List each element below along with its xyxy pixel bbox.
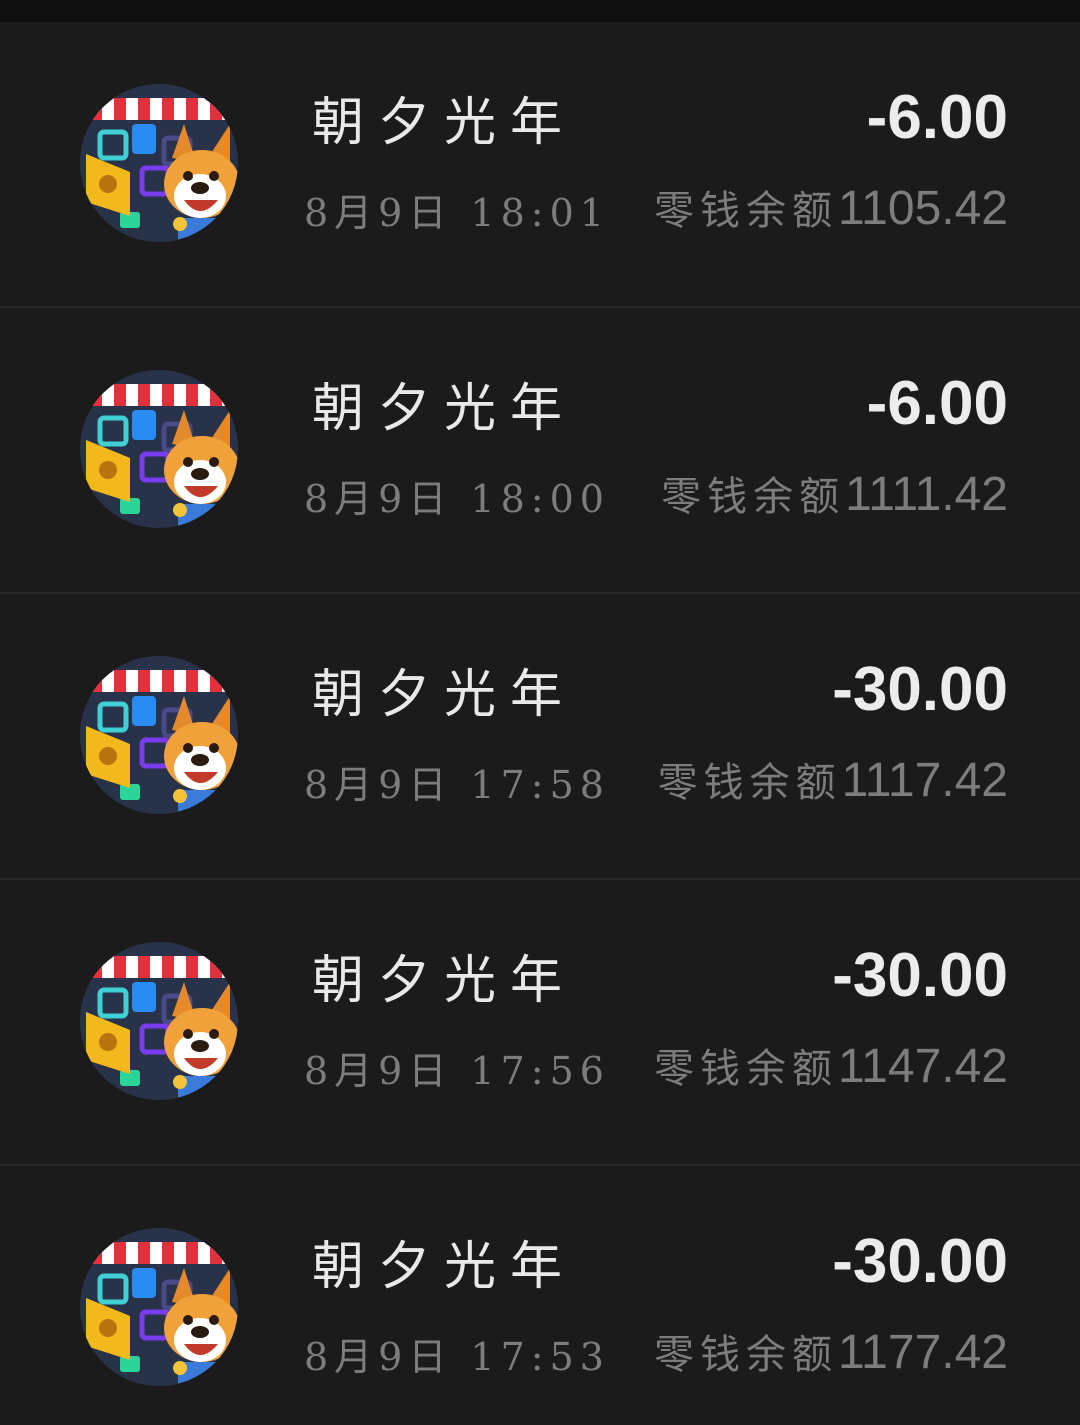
balance-info: 零钱余额1111.42: [661, 464, 1008, 522]
merchant-name: 朝夕光年: [312, 93, 577, 153]
balance-info: 零钱余额1105.42: [654, 178, 1008, 236]
transaction-time: 8月9日 18:01: [304, 191, 610, 235]
balance-info: 零钱余额1147.42: [654, 1036, 1008, 1094]
balance-label: 零钱余额: [654, 1332, 839, 1378]
transaction-list-page: 朝夕光年 -6.00 8月9日 18:01 零钱余额1105.42 朝夕光年 -…: [0, 0, 1080, 1425]
transaction-time: 8月9日 17:58: [304, 763, 610, 807]
balance-value: 1111.42: [845, 468, 1008, 521]
transaction-amount: -30.00: [832, 655, 1008, 724]
transaction-time: 8月9日 17:56: [304, 1049, 610, 1093]
transaction-time: 8月9日 18:00: [304, 477, 610, 521]
balance-info: 零钱余额1117.42: [658, 750, 1008, 808]
game-app-dog-icon: [80, 656, 238, 814]
game-app-dog-icon: [80, 1228, 238, 1386]
transaction-row[interactable]: 朝夕光年 -30.00 8月9日 17:56 零钱余额1147.42: [0, 880, 1080, 1166]
balance-value: 1147.42: [838, 1040, 1008, 1093]
transaction-row[interactable]: 朝夕光年 -6.00 8月9日 18:01 零钱余额1105.42: [0, 22, 1080, 308]
transaction-amount: -30.00: [832, 1227, 1008, 1296]
transaction-row[interactable]: 朝夕光年 -30.00 8月9日 17:58 零钱余额1117.42: [0, 594, 1080, 880]
balance-value: 1105.42: [838, 182, 1008, 235]
balance-label: 零钱余额: [657, 760, 842, 806]
transaction-amount: -30.00: [832, 941, 1008, 1010]
balance-label: 零钱余额: [654, 188, 839, 234]
balance-label: 零钱余额: [654, 1046, 839, 1092]
transaction-time: 8月9日 17:53: [304, 1335, 610, 1379]
balance-info: 零钱余额1177.42: [654, 1322, 1008, 1380]
balance-value: 1117.42: [841, 754, 1008, 807]
merchant-name: 朝夕光年: [312, 1237, 577, 1297]
merchant-name: 朝夕光年: [312, 665, 577, 725]
transaction-list[interactable]: 朝夕光年 -6.00 8月9日 18:01 零钱余额1105.42 朝夕光年 -…: [0, 22, 1080, 1425]
game-app-dog-icon: [80, 942, 238, 1100]
merchant-name: 朝夕光年: [312, 951, 577, 1011]
transaction-amount: -6.00: [866, 369, 1008, 438]
balance-value: 1177.42: [838, 1326, 1008, 1379]
merchant-name: 朝夕光年: [312, 379, 577, 439]
status-strip: [0, 0, 1080, 22]
transaction-row[interactable]: 朝夕光年 -6.00 8月9日 18:00 零钱余额1111.42: [0, 308, 1080, 594]
transaction-amount: -6.00: [866, 83, 1008, 152]
balance-label: 零钱余额: [661, 474, 846, 520]
transaction-row[interactable]: 朝夕光年 -30.00 8月9日 17:53 零钱余额1177.42: [0, 1166, 1080, 1425]
game-app-dog-icon: [80, 84, 238, 242]
game-app-dog-icon: [80, 370, 238, 528]
